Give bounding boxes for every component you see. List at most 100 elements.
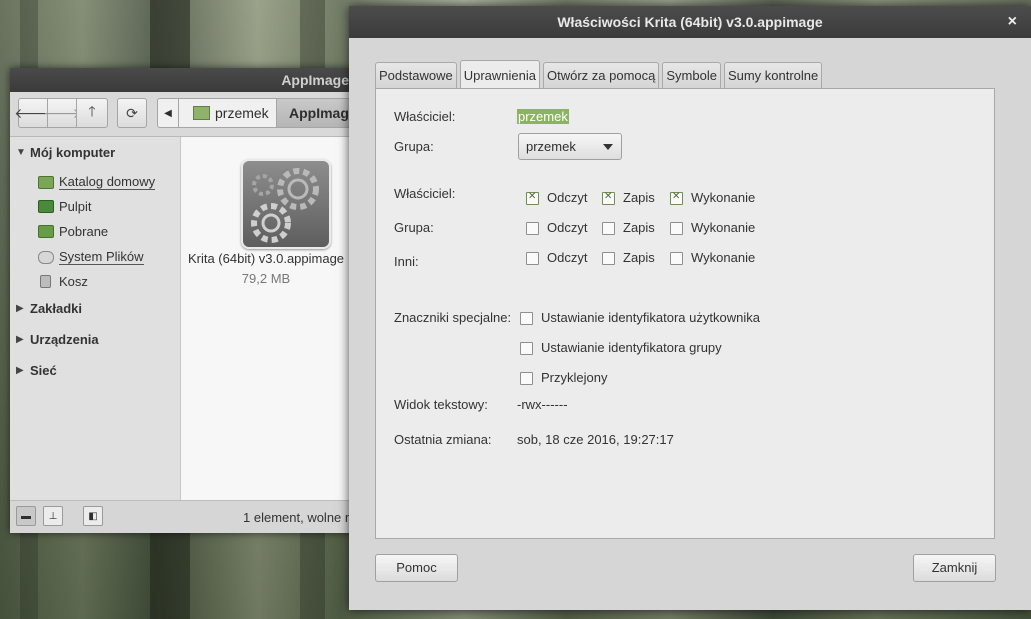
tab-permissions[interactable]: Uprawnienia — [459, 60, 540, 88]
forward-button[interactable]: 🡒 — [43, 98, 81, 128]
tab-bar: Podstawowe Uprawnienia Otwórz za pomocą … — [375, 60, 825, 89]
group-select[interactable]: przemek — [518, 133, 622, 160]
setgid-label: Ustawianie identyfikatora grupy — [541, 340, 722, 355]
others-write-checkbox[interactable] — [602, 252, 615, 265]
triangle-right-icon: ▶ — [16, 303, 24, 314]
places-toggle-button[interactable]: ▬ — [16, 506, 36, 526]
text-view-value: -rwx------ — [517, 397, 568, 412]
file-manager-title: AppImage — [281, 72, 349, 88]
up-button[interactable]: 🡑 — [76, 98, 108, 128]
sidebar-section-label: Urządzenia — [30, 332, 99, 347]
help-button[interactable]: Pomoc — [375, 554, 458, 582]
appimage-gear-icon[interactable] — [241, 159, 331, 249]
gear-icon — [251, 168, 319, 243]
write-label: Zapis — [623, 250, 655, 265]
status-text: 1 element, wolne m — [243, 510, 356, 525]
breadcrumb-left-button[interactable]: ◀ — [157, 98, 179, 128]
group-select-value: przemek — [526, 139, 576, 154]
folder-icon: ▬ — [21, 510, 31, 522]
exec-label: Wykonanie — [691, 250, 756, 265]
owner-label: Właściciel: — [394, 109, 456, 124]
write-label: Zapis — [623, 190, 655, 205]
owner-exec-checkbox[interactable] — [670, 191, 683, 205]
perm-row-group-label: Grupa: — [394, 220, 434, 235]
tree-icon: ⊥ — [48, 510, 58, 522]
triangle-right-icon: ▶ — [16, 334, 24, 345]
last-change-value: sob, 18 cze 2016, 19:27:17 — [517, 432, 674, 447]
read-label: Odczyt — [547, 220, 588, 235]
tab-basic[interactable]: Podstawowe — [375, 62, 457, 88]
file-name[interactable]: Krita (64bit) v3.0.appimage — [181, 251, 351, 266]
perm-row-others-label: Inni: — [394, 254, 419, 269]
tab-open-with[interactable]: Otwórz za pomocą — [542, 62, 660, 88]
sticky-checkbox[interactable] — [520, 372, 533, 385]
group-exec-checkbox[interactable] — [670, 222, 683, 235]
hide-sidebar-button[interactable]: ◧ — [83, 506, 103, 526]
sidebar-section-label: Sieć — [30, 363, 57, 378]
tab-emblems[interactable]: Symbole — [662, 62, 721, 88]
sidebar-section-my-computer[interactable]: ▼ Mój komputer — [16, 145, 115, 160]
properties-dialog: Właściwości Krita (64bit) v3.0.appimage … — [349, 6, 1031, 610]
sidebar-item-filesystem[interactable]: System Plików — [38, 249, 144, 265]
home-folder-icon — [38, 175, 54, 189]
sidebar-item-home[interactable]: Katalog domowy — [38, 174, 156, 190]
last-change-label: Ostatnia zmiana: — [394, 432, 492, 447]
owner-write-checkbox[interactable] — [602, 191, 615, 205]
sidebar-item-label: Pobrane — [59, 224, 109, 239]
breadcrumb-item-appimage[interactable]: AppImage — [276, 98, 357, 128]
group-write-checkbox[interactable] — [602, 222, 615, 235]
breadcrumb-label: AppImage — [289, 105, 357, 121]
arrow-up-icon: 🡑 — [88, 103, 96, 119]
sidebar-section-network[interactable]: ▶ Sieć — [16, 363, 57, 378]
file-manager-titlebar[interactable]: AppImage — [10, 68, 355, 92]
read-label: Odczyt — [547, 250, 588, 265]
write-label: Zapis — [623, 220, 655, 235]
breadcrumb-label: przemek — [215, 105, 269, 121]
close-icon[interactable]: × — [1008, 6, 1017, 38]
exec-label: Wykonanie — [691, 220, 756, 235]
file-manager-toolbar: 🡐 🡒 🡑 ⟳ ◀ przemek AppImage — [10, 92, 357, 137]
read-label: Odczyt — [547, 190, 588, 205]
trash-icon — [40, 275, 51, 288]
close-button[interactable]: Zamknij — [913, 554, 996, 582]
sidebar: ▼ Mój komputer Katalog domowy Pulpit Pobr… — [10, 137, 181, 501]
drive-icon — [38, 250, 54, 264]
tree-toggle-button[interactable]: ⊥ — [43, 506, 63, 526]
others-read-checkbox[interactable] — [526, 252, 539, 265]
sidebar-item-desktop[interactable]: Pulpit — [38, 199, 92, 214]
sidebar-item-label: System Plików — [59, 249, 144, 265]
owner-value[interactable]: przemek — [517, 109, 569, 124]
sidebar-item-label: Pulpit — [59, 199, 92, 214]
group-read-checkbox[interactable] — [526, 222, 539, 235]
breadcrumb-item-przemek[interactable]: przemek — [178, 98, 277, 128]
setgid-checkbox[interactable] — [520, 342, 533, 355]
desktop-icon — [38, 200, 54, 213]
dialog-titlebar[interactable]: Właściwości Krita (64bit) v3.0.appimage … — [349, 6, 1031, 38]
setuid-label: Ustawianie identyfikatora użytkownika — [541, 310, 760, 325]
reload-button[interactable]: ⟳ — [117, 98, 147, 128]
sidebar-item-label: Kosz — [59, 274, 88, 289]
file-size: 79,2 MB — [241, 271, 291, 286]
owner-read-checkbox[interactable] — [526, 191, 539, 205]
statusbar: ▬ ⊥ ◧ 1 element, wolne m — [10, 500, 356, 533]
triangle-down-icon: ▼ — [16, 147, 26, 158]
dialog-title: Właściwości Krita (64bit) v3.0.appimage — [557, 14, 823, 30]
sidebar-item-downloads[interactable]: Pobrane — [38, 224, 108, 239]
sidebar-item-trash[interactable]: Kosz — [38, 274, 88, 289]
sidebar-section-label: Mój komputer — [30, 145, 116, 160]
sidebar-section-devices[interactable]: ▶ Urządzenia — [16, 332, 99, 347]
file-manager-window: AppImage 🡐 🡒 🡑 ⟳ ◀ przemek AppImage ▼ Mój… — [10, 68, 357, 533]
group-label: Grupa: — [394, 139, 434, 154]
sidebar-section-bookmarks[interactable]: ▶ Zakładki — [16, 301, 82, 316]
special-flags-label: Znaczniki specjalne: — [394, 310, 512, 325]
file-view: Krita (64bit) v3.0.appimage 79,2 MB — [181, 137, 355, 501]
home-folder-icon — [193, 106, 210, 120]
sticky-label: Przyklejony — [541, 370, 608, 385]
others-exec-checkbox[interactable] — [670, 252, 683, 265]
setuid-checkbox[interactable] — [520, 312, 533, 325]
downloads-icon — [38, 225, 54, 238]
perm-row-owner-label: Właściciel: — [394, 186, 456, 201]
triangle-right-icon: ▶ — [16, 365, 24, 376]
tab-checksums[interactable]: Sumy kontrolne — [723, 62, 823, 88]
sidebar-item-label: Katalog domowy — [59, 174, 156, 190]
